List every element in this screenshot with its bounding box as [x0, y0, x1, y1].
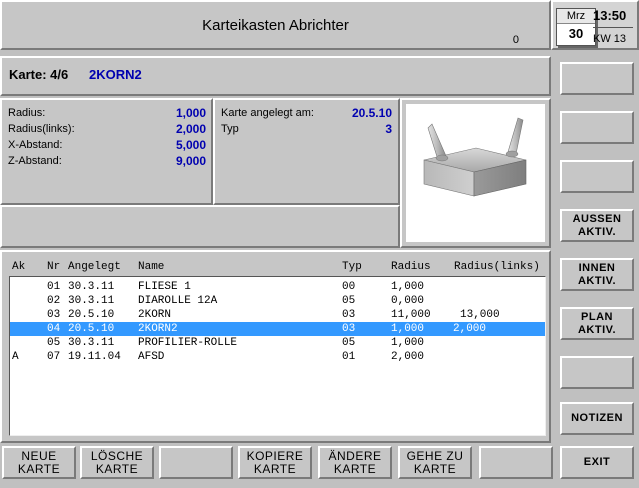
- tool-image-panel: [400, 98, 551, 248]
- table-row[interactable]: 01 30.3.11 FLIESE 1 00 1,000: [10, 280, 545, 294]
- col-typ: Typ: [342, 261, 362, 273]
- type-value: 3: [385, 122, 392, 136]
- title-counter: 0: [512, 34, 519, 46]
- date-time-box: Mrz 30 13:50 KW 13: [551, 0, 639, 50]
- type-label: Typ: [221, 123, 239, 135]
- bottom-button-7[interactable]: [479, 446, 553, 479]
- side-button-3[interactable]: [560, 160, 634, 193]
- new-card-button[interactable]: NEUE KARTE: [2, 446, 76, 479]
- col-name: Name: [138, 261, 165, 273]
- card-list[interactable]: 01 30.3.11 FLIESE 1 00 1,000 02 30.3.11 …: [9, 276, 546, 436]
- title-bar: Karteikasten Abrichter 0: [0, 0, 551, 50]
- table-row[interactable]: 02 30.3.11 DIAROLLE 12A 05 0,000: [10, 294, 545, 308]
- edit-card-button[interactable]: ÄNDERE KARTE: [318, 446, 392, 479]
- bottom-button-3[interactable]: [159, 446, 233, 479]
- plan-aktiv-button[interactable]: PLAN AKTIV.: [560, 307, 634, 340]
- side-button-1[interactable]: [560, 62, 634, 95]
- dresser-tool-image: [406, 104, 545, 242]
- col-radius: Radius: [391, 261, 431, 273]
- table-row-selected[interactable]: 04 20.5.10 2KORN2 03 1,000 2,000: [10, 322, 545, 336]
- page-title: Karteikasten Abrichter: [202, 17, 349, 34]
- geometry-properties-panel: Radius: 1,000 Radius(links): 2,000 X-Abs…: [0, 98, 213, 205]
- x-abstand-label: X-Abstand:: [8, 139, 63, 151]
- calendar-icon: Mrz 30: [556, 8, 596, 46]
- table-row[interactable]: 05 30.3.11 PROFILIER-ROLLE 05 1,000: [10, 336, 545, 350]
- card-name: 2KORN2: [89, 67, 142, 82]
- col-ak: Ak: [12, 261, 26, 273]
- side-button-7[interactable]: [560, 356, 634, 389]
- radius-label: Radius:: [8, 107, 46, 119]
- card-info-panel: Karte angelegt am: 20.5.10 Typ 3: [213, 98, 400, 205]
- aussen-aktiv-button[interactable]: AUSSEN AKTIV.: [560, 209, 634, 242]
- table-row[interactable]: 03 20.5.10 2KORN 03 11,000 13,000: [10, 308, 545, 322]
- empty-info-panel: [0, 205, 400, 248]
- table-row[interactable]: A 07 19.11.04 AFSD 01 2,000: [10, 350, 545, 364]
- innen-aktiv-button[interactable]: INNEN AKTIV.: [560, 258, 634, 291]
- calendar-week: KW 13: [593, 33, 627, 45]
- table-header: Ak Nr Angelegt Name Typ Radius Radius(li…: [2, 260, 547, 275]
- z-abstand-value: 9,000: [175, 154, 206, 168]
- notizen-button[interactable]: NOTIZEN: [560, 402, 634, 435]
- radius-links-value: 2,000: [175, 122, 206, 136]
- col-angelegt: Angelegt: [68, 261, 121, 273]
- created-date-value: 20.5.10: [351, 106, 392, 120]
- col-radius-links: Radius(links): [454, 261, 540, 273]
- created-date-label: Karte angelegt am:: [221, 107, 314, 119]
- clock-divider: [593, 27, 633, 28]
- side-button-2[interactable]: [560, 111, 634, 144]
- z-abstand-label: Z-Abstand:: [8, 155, 62, 167]
- clock-time: 13:50: [593, 8, 627, 23]
- radius-links-label: Radius(links):: [8, 123, 75, 135]
- exit-button[interactable]: EXIT: [560, 446, 634, 479]
- card-header: Karte: 4/6 2KORN2: [0, 56, 551, 96]
- delete-card-button[interactable]: LÖSCHE KARTE: [80, 446, 154, 479]
- col-nr: Nr: [47, 261, 61, 273]
- radius-value: 1,000: [175, 106, 206, 120]
- calendar-month: Mrz: [557, 9, 595, 24]
- goto-card-button[interactable]: GEHE ZU KARTE: [398, 446, 472, 479]
- card-index-label: Karte: 4/6: [9, 67, 69, 82]
- calendar-day: 30: [568, 26, 584, 41]
- copy-card-button[interactable]: KOPIERE KARTE: [238, 446, 312, 479]
- card-list-panel: Ak Nr Angelegt Name Typ Radius Radius(li…: [0, 250, 551, 443]
- x-abstand-value: 5,000: [175, 138, 206, 152]
